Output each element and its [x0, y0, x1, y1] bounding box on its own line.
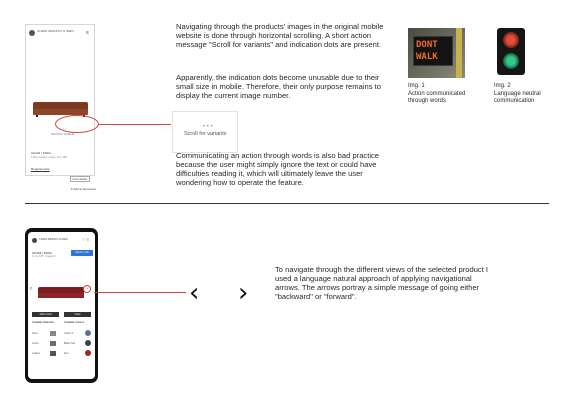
figure-1-label: Img. 1 [408, 83, 425, 89]
redesigned-screen: CHRIS MINIATO & WEN ♡ ≡ CH163 | SOFA Kr … [28, 232, 95, 379]
highlight-ellipse [55, 115, 99, 133]
brand-name: CHRIS MINIATO & WEN [39, 238, 68, 241]
sign-text-walk: WALK [416, 52, 438, 62]
colour-swatch[interactable] [85, 350, 91, 356]
favourite-link[interactable]: ♥ Add to favourites [71, 187, 96, 191]
find-dealer-button[interactable]: Find dealer [70, 176, 90, 182]
green-pedestrian-icon [503, 53, 519, 69]
requirements-link[interactable]: Requirements [31, 167, 50, 171]
zoomed-dots: • • • [203, 124, 213, 130]
colours-heading: Available Colours [64, 321, 85, 324]
back-arrow-icon: ‹ [189, 278, 200, 308]
product-subtitle: Kr 12 345 · Paganini [32, 255, 56, 258]
material-label: Leather [32, 352, 41, 355]
material-label: Wool [32, 332, 38, 335]
colour-swatch[interactable] [85, 330, 91, 336]
figure-2-caption: Language neutral communication [494, 91, 541, 104]
connector-line [99, 124, 171, 125]
next-arrow-icon[interactable]: › [83, 285, 91, 293]
redesigned-phone-mockup: CHRIS MINIATO & WEN ♡ ≡ CH163 | SOFA Kr … [25, 228, 98, 383]
colour-label: Red [64, 352, 69, 355]
section-divider [25, 203, 549, 204]
materials-heading: Available Materials [32, 321, 54, 324]
red-pedestrian-icon [503, 32, 519, 48]
colour-label: Colour A [64, 332, 74, 335]
figure-2-label: Img. 2 [494, 83, 511, 89]
header-icons[interactable]: ♡ ≡ [82, 237, 89, 242]
sign-text-dont: DONT [416, 40, 438, 50]
paragraph-words-bad-practice: Communicating an action through words is… [176, 151, 380, 187]
paragraph-navigational-arrows: To navigate through the different views … [275, 265, 489, 301]
material-swatch[interactable] [50, 341, 56, 346]
colour-swatch[interactable] [85, 340, 91, 346]
pedestrian-signal-image [497, 28, 525, 75]
connector-line [94, 292, 186, 293]
material-swatch[interactable] [50, 331, 56, 336]
dont-walk-sign-image: DONT WALK [408, 28, 465, 78]
material-swatch[interactable] [50, 351, 56, 356]
order-button[interactable]: Order [64, 312, 91, 317]
menu-icon[interactable]: ≡ [86, 30, 89, 36]
paragraph-indication-dots: Apparently, the indication dots become u… [176, 73, 381, 100]
show-in-ar-button[interactable]: Show in AR [71, 250, 93, 256]
brand-name: CHRIS MINIATO & WEN [37, 29, 74, 33]
brand-logo-icon [29, 30, 35, 36]
material-label: Velvet [32, 342, 39, 345]
zoomed-scroll-hint: • • • Scroll for variants [172, 111, 238, 153]
sofa-image [38, 287, 84, 300]
previous-arrow-icon[interactable]: ‹ [30, 286, 32, 292]
add-to-cart-button[interactable]: Add to Cart [32, 312, 59, 317]
product-description: This product costs: Put 187 [31, 155, 68, 159]
paragraph-horizontal-scrolling: Navigating through the products' images … [176, 22, 384, 49]
zoomed-scroll-label: Scroll for variants [184, 131, 227, 137]
original-mobile-screenshot: CHRIS MINIATO & WEN ≡ • • • Scroll for v… [25, 24, 96, 191]
colour-label: Black Oak [64, 342, 75, 345]
forward-arrow-icon: › [238, 278, 249, 308]
brand-logo-icon [32, 238, 37, 243]
figure-1-caption: Action communicated through words [408, 91, 466, 104]
